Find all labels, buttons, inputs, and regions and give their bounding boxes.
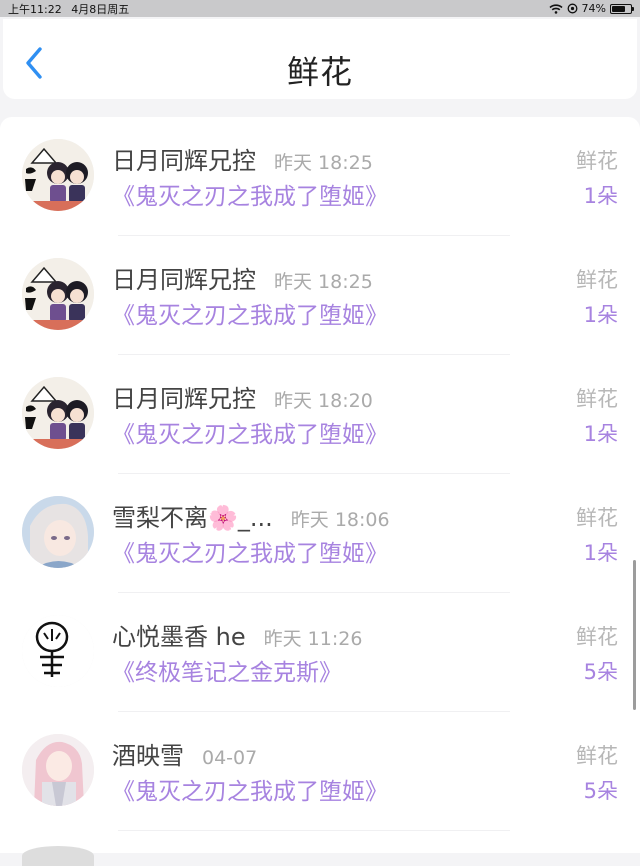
book-title[interactable]: 《鬼灭之刃之我成了堕姬》 [112, 534, 388, 568]
timestamp: 04-07 [202, 747, 258, 769]
status-bar: 上午11:22 4月8日周五 74% [0, 0, 640, 17]
name-line: 日月同辉兄控 昨天 18:25 [112, 141, 373, 176]
page-title: 鲜花 [286, 53, 353, 91]
timestamp: 昨天 18:25 [274, 271, 373, 293]
wifi-icon [549, 3, 563, 14]
gift-count: 5朵 [583, 660, 618, 684]
book-title[interactable]: 《鬼灭之刃之我成了堕姬》 [112, 296, 388, 330]
list-item[interactable]: 心悦墨香 he 昨天 11:26 《终极笔记之金克斯》 鲜花 5朵 [0, 593, 640, 712]
timestamp: 昨天 18:06 [290, 509, 390, 531]
gift-count: 5朵 [583, 779, 618, 803]
list-item[interactable]: 雪梨不离🌸_... 昨天 18:06 《鬼灭之刃之我成了堕姬》 鲜花 1朵 [0, 474, 640, 593]
user-name[interactable]: 日月同辉兄控 [112, 379, 256, 414]
battery-percent: 74% [581, 2, 606, 15]
user-name[interactable]: 日月同辉兄控 [112, 260, 256, 295]
status-bar-right: 74% [549, 2, 634, 15]
name-line: 酒映雪 04-07 [112, 736, 257, 771]
battery-icon [610, 3, 634, 14]
gift-label: 鲜花 [576, 268, 618, 292]
gift-list[interactable]: 日月同辉兄控 昨天 18:25 《鬼灭之刃之我成了堕姬》 鲜花 1朵 日月同辉兄… [0, 117, 640, 853]
gift-count: 1朵 [583, 422, 618, 446]
avatar[interactable] [22, 734, 94, 806]
avatar[interactable] [22, 615, 94, 687]
user-name[interactable]: 酒映雪 [112, 736, 184, 771]
avatar[interactable] [22, 496, 94, 568]
list-item[interactable]: 日月同辉兄控 昨天 18:20 《鬼灭之刃之我成了堕姬》 鲜花 1朵 [0, 355, 640, 474]
timestamp: 昨天 18:20 [274, 390, 373, 412]
book-title[interactable]: 《鬼灭之刃之我成了堕姬》 [112, 772, 388, 806]
gift-label: 鲜花 [576, 625, 618, 649]
gift-count: 1朵 [583, 184, 618, 208]
user-name[interactable]: 日月同辉兄控 [112, 141, 256, 176]
scrollbar[interactable] [633, 560, 636, 710]
name-line: 日月同辉兄控 昨天 18:20 [112, 379, 373, 414]
book-title[interactable]: 《鬼灭之刃之我成了堕姬》 [112, 177, 388, 211]
status-date: 4月8日周五 [71, 2, 130, 16]
avatar[interactable] [22, 377, 94, 449]
user-name[interactable]: 心悦墨香 he [112, 617, 246, 652]
name-line: 日月同辉兄控 昨天 18:25 [112, 260, 373, 295]
nav-bar: 鲜花 [3, 19, 637, 99]
gift-label: 鲜花 [576, 149, 618, 173]
gift-count: 1朵 [583, 541, 618, 565]
gift-count: 1朵 [583, 303, 618, 327]
book-title[interactable]: 《终极笔记之金克斯》 [112, 653, 342, 687]
timestamp: 昨天 18:25 [274, 152, 373, 174]
location-lock-icon [567, 3, 577, 14]
user-name[interactable]: 雪梨不离🌸_... [112, 498, 273, 533]
partial-avatar [22, 846, 94, 866]
book-title[interactable]: 《鬼灭之刃之我成了堕姬》 [112, 415, 388, 449]
list-item[interactable]: 酒映雪 04-07 《鬼灭之刃之我成了堕姬》 鲜花 5朵 [0, 712, 640, 831]
avatar[interactable] [22, 258, 94, 330]
list-item[interactable]: 日月同辉兄控 昨天 18:25 《鬼灭之刃之我成了堕姬》 鲜花 1朵 [0, 236, 640, 355]
list-item[interactable]: 日月同辉兄控 昨天 18:25 《鬼灭之刃之我成了堕姬》 鲜花 1朵 [0, 117, 640, 236]
status-bar-left: 上午11:22 4月8日周五 [8, 1, 135, 17]
gift-label: 鲜花 [576, 387, 618, 411]
name-line: 心悦墨香 he 昨天 11:26 [112, 617, 362, 652]
gift-label: 鲜花 [576, 506, 618, 530]
name-line: 雪梨不离🌸_... 昨天 18:06 [112, 498, 390, 533]
gift-label: 鲜花 [576, 744, 618, 768]
avatar[interactable] [22, 139, 94, 211]
timestamp: 昨天 11:26 [263, 628, 363, 650]
status-time: 上午11:22 [8, 2, 62, 16]
